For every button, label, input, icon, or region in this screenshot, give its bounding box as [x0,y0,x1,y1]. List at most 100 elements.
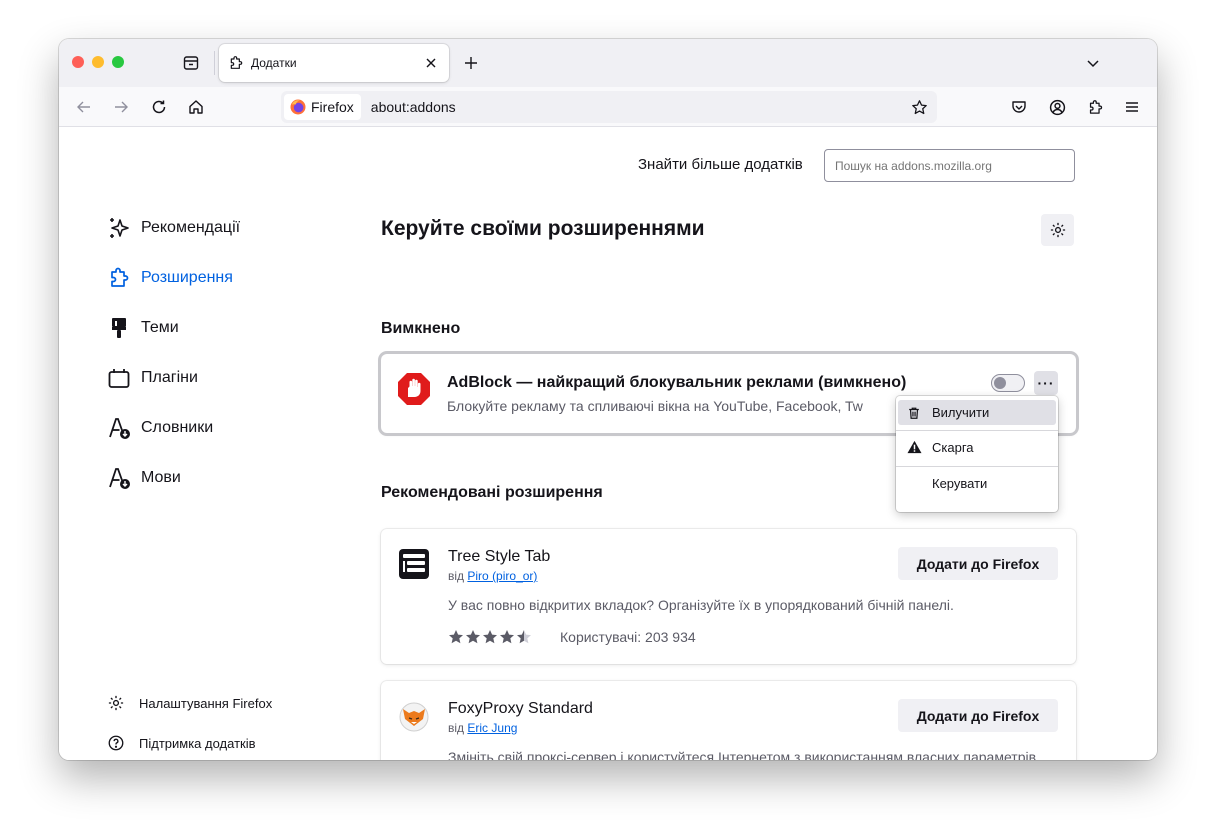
foxyproxy-logo-icon [399,702,429,732]
navigation-toolbar: Firefox about:addons [59,87,1157,127]
pocket-button[interactable] [1007,95,1031,119]
adblock-logo-icon [398,373,430,405]
addon-more-options-button[interactable]: ··· [1034,371,1058,395]
add-to-firefox-button[interactable]: Додати до Firefox [898,699,1058,732]
hamburger-menu-icon [1126,102,1138,112]
menu-item-manage[interactable]: Керувати [898,467,1056,499]
category-dictionaries[interactable]: Словники [107,414,213,442]
gear-icon [1050,222,1065,238]
bookmark-button[interactable] [907,95,931,119]
zoom-window-button[interactable] [112,56,124,68]
star-icon [449,630,463,644]
minimize-window-button[interactable] [92,56,104,68]
identity-box[interactable]: Firefox [284,94,361,120]
find-more-label: Знайти більше додатків [638,156,803,173]
addon-rating: Користувачі: 203 934 [448,629,696,645]
home-icon [189,100,203,114]
addon-author: від Eric Jung [448,721,517,735]
forward-button[interactable] [109,95,133,119]
category-label: Мови [141,469,181,486]
star-icon [517,630,531,644]
author-prefix: від [448,721,465,735]
add-to-firefox-button[interactable]: Додати до Firefox [898,547,1058,580]
chevron-down-icon [1087,60,1099,68]
addons-search-input[interactable] [824,149,1075,182]
addon-name[interactable]: Tree Style Tab [448,548,550,566]
menu-item-remove[interactable]: Вилучити [898,400,1056,425]
addon-description: Змініть свій проксі-сервер і користуйтес… [448,749,1037,760]
addons-support-link[interactable]: Підтримка додатків [107,734,256,752]
addon-enable-toggle[interactable] [991,374,1025,392]
menu-item-label: Вилучити [932,405,990,420]
close-tab-button[interactable] [421,53,441,73]
menu-item-report[interactable]: Скарга [898,431,1056,463]
tools-menu-button[interactable] [1041,214,1074,246]
addon-name[interactable]: FoxyProxy Standard [448,700,593,718]
firefox-settings-link[interactable]: Налаштування Firefox [107,694,272,712]
arrow-left-icon [77,101,90,113]
category-plugins[interactable]: Плагіни [107,364,198,392]
arrow-right-icon [115,101,128,113]
addon-options-menu: Вилучити Скарга Керувати [896,396,1058,512]
tab-title: Додатки [251,56,297,70]
puzzle-icon [1089,99,1102,114]
star-icon [500,630,514,644]
category-label: Словники [141,419,214,436]
puzzle-icon [227,54,245,72]
menu-item-label: Керувати [932,475,988,491]
extensions-button[interactable] [1083,95,1107,119]
category-extensions[interactable]: Розширення [107,264,233,292]
paintbrush-icon [107,316,131,340]
new-tab-button[interactable] [459,51,483,75]
firefox-view-button[interactable] [179,51,203,75]
category-recommendations[interactable]: Рекомендації [107,214,240,242]
tab-separator [214,51,215,75]
trash-icon [906,405,922,421]
category-label: Теми [141,319,179,336]
firefox-view-icon [183,56,199,70]
categories-sidebar: Рекомендації Розширення Теми Плагіни Сло… [107,128,367,760]
star-rating [448,629,532,645]
recommended-section-heading: Рекомендовані розширення [381,484,603,501]
author-prefix: від [448,569,465,583]
tab-bar: Додатки [59,39,1157,87]
url-text[interactable]: about:addons [371,99,907,115]
url-bar[interactable]: Firefox about:addons [281,91,937,123]
user-count: Користувачі: 203 934 [560,629,696,645]
star-icon [466,630,480,644]
recommended-card-tree-style-tab: Tree Style Tab від Piro (piro_or) Додати… [381,529,1076,664]
category-themes[interactable]: Теми [107,314,179,342]
recommended-card-foxyproxy: FoxyProxy Standard від Eric Jung Додати … [381,681,1076,760]
category-label: Розширення [141,269,233,286]
page-title: Керуйте своїми розширеннями [381,217,705,240]
puzzle-icon [107,266,131,290]
back-button[interactable] [72,95,96,119]
account-button[interactable] [1045,95,1069,119]
category-languages[interactable]: Мови [107,464,181,492]
warning-icon [906,439,922,455]
author-link[interactable]: Eric Jung [467,721,517,735]
account-icon [1049,99,1065,115]
menu-icon-placeholder [906,475,922,491]
app-menu-button[interactable] [1120,95,1144,119]
author-link[interactable]: Piro (piro_or) [467,569,537,583]
pocket-icon [1012,101,1026,113]
disabled-section-heading: Вимкнено [381,320,461,337]
category-label: Плагіни [141,369,198,386]
plugin-icon [107,366,131,390]
addon-name: AdBlock — найкращий блокувальник реклами… [447,374,907,391]
reload-button[interactable] [147,95,171,119]
star-icon [911,99,927,114]
addon-author: від Piro (piro_or) [448,569,537,583]
list-all-tabs-button[interactable] [1081,51,1105,75]
toggle-knob [994,377,1006,389]
addon-description: У вас повно відкритих вкладок? Організуй… [448,597,954,613]
language-icon [107,466,131,490]
browser-window: Додатки Firefox about:addons Знайти біль… [59,39,1157,760]
category-label: Рекомендації [141,219,241,236]
addons-support-label: Підтримка додатків [139,735,256,751]
firefox-settings-label: Налаштування Firefox [139,695,273,711]
close-window-button[interactable] [72,56,84,68]
home-button[interactable] [184,95,208,119]
tab-addons[interactable]: Додатки [219,44,449,82]
